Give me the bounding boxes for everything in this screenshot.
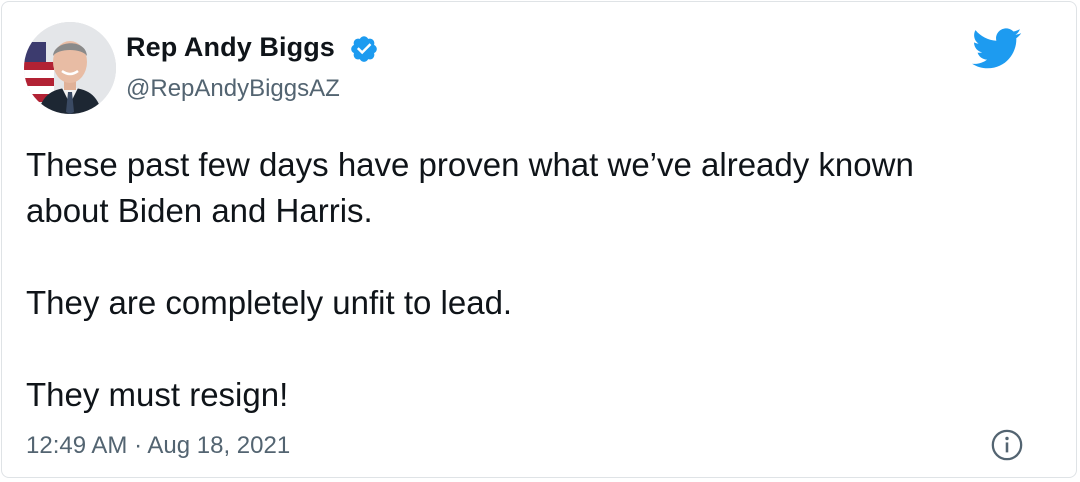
- info-icon[interactable]: [990, 428, 1024, 462]
- tweet-paragraph: These past few days have proven what we’…: [26, 146, 914, 229]
- tweet-text: These past few days have proven what we’…: [26, 142, 986, 418]
- author-name[interactable]: Rep Andy Biggs: [126, 32, 335, 63]
- author-handle[interactable]: @RepAndyBiggsAZ: [126, 75, 340, 103]
- tweet-card: Rep Andy Biggs @RepAndyBiggsAZ These pas…: [1, 1, 1077, 478]
- verified-badge-icon: [351, 36, 377, 62]
- tweet-paragraph: They are completely unfit to lead.: [26, 284, 513, 321]
- avatar[interactable]: [24, 22, 116, 114]
- avatar-photo: [24, 22, 116, 114]
- tweet-paragraph: They must resign!: [26, 376, 289, 413]
- tweet-timestamp[interactable]: 12:49 AM · Aug 18, 2021: [26, 432, 290, 460]
- twitter-bird-icon[interactable]: [972, 28, 1022, 70]
